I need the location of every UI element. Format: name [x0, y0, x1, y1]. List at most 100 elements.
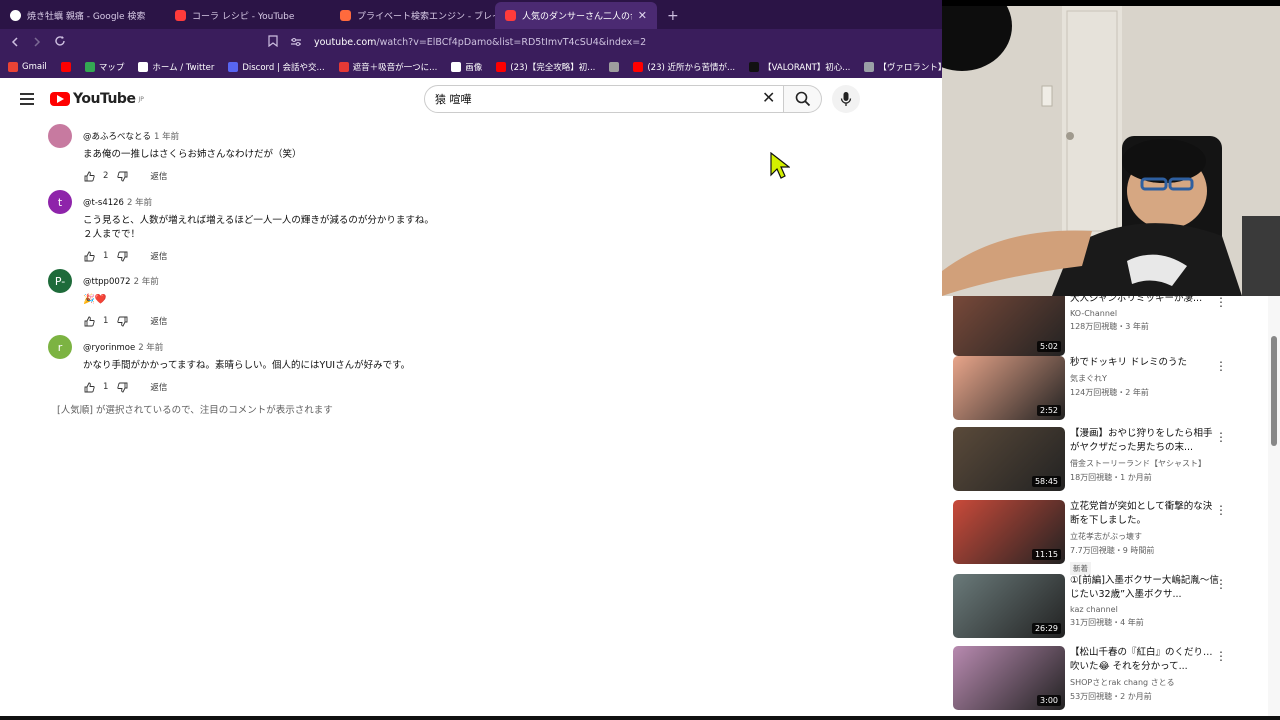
- new-tab-button[interactable]: +: [657, 2, 689, 29]
- bookmark-item[interactable]: マップ: [84, 61, 124, 73]
- related-video-item[interactable]: 11:15 立花党首が突如として衝撃的な決断を下しました。 立花孝志がぶっ壊す 7.7…: [953, 500, 1263, 575]
- youtube-header: YouTube JP 猿 喧嘩 ✕: [0, 78, 942, 120]
- video-channel[interactable]: KO-Channel: [1070, 309, 1220, 318]
- close-tab-icon[interactable]: ✕: [638, 9, 647, 22]
- video-thumbnail[interactable]: 26:29: [953, 574, 1065, 638]
- tab-youtube-cola[interactable]: コーラ レシピ - YouTube: [165, 2, 330, 29]
- comment-author[interactable]: @t-s4126: [83, 198, 124, 208]
- comment-author[interactable]: @ryorinmoe: [83, 343, 135, 353]
- related-video-item[interactable]: 2:52 秒でドッキリ ドレミのうた 気まぐれY 124万回視聴・2 年前 ⋮: [953, 356, 1263, 422]
- video-thumbnail[interactable]: 58:45: [953, 427, 1065, 491]
- like-icon[interactable]: [83, 315, 95, 327]
- dislike-icon[interactable]: [116, 315, 128, 327]
- bookmark-icon[interactable]: [268, 35, 278, 50]
- site-info-icon[interactable]: [290, 36, 302, 50]
- video-title[interactable]: 大人ジャンボリミッキーが凄...: [1070, 296, 1220, 306]
- tab-youtube-active[interactable]: 人気のダンサーさん二人の合成動画 ✕: [495, 2, 657, 29]
- avatar[interactable]: P-: [48, 269, 72, 293]
- bookmark-item[interactable]: (23)【完全攻略】初...: [496, 61, 595, 73]
- scrollbar-thumb[interactable]: [1271, 336, 1277, 446]
- bookmark-item[interactable]: [609, 62, 620, 72]
- video-thumbnail[interactable]: 11:15: [953, 500, 1065, 564]
- video-title[interactable]: ①[前編]入墨ボクサー大嶋記胤～信じたい32歳”入墨ボクサ...: [1070, 574, 1220, 602]
- bookmark-label: 【VALORANT】初心...: [763, 63, 851, 73]
- comment-time[interactable]: 1 年前: [154, 132, 179, 142]
- webcam-overlay: [942, 6, 1280, 296]
- scrollbar[interactable]: [1268, 296, 1280, 716]
- bookmark-item[interactable]: ホーム / Twitter: [138, 61, 214, 73]
- video-channel[interactable]: 借金ストーリーランド【ヤシャスト】: [1070, 458, 1220, 469]
- forward-icon[interactable]: [32, 36, 42, 50]
- youtube-page: YouTube JP 猿 喧嘩 ✕ @あふろべなとる 1 年前 まあ俺の一推しはさく…: [0, 78, 942, 720]
- dislike-icon[interactable]: [116, 381, 128, 393]
- video-duration: 58:45: [1031, 476, 1061, 487]
- bookmark-item[interactable]: 【ヴァロラント】全マップ...: [864, 61, 942, 73]
- bookmark-item[interactable]: Gmail: [8, 62, 47, 72]
- comment-time[interactable]: 2 年前: [138, 343, 163, 353]
- more-options-icon[interactable]: ⋮: [1215, 504, 1227, 516]
- back-icon[interactable]: [10, 36, 20, 50]
- bookmark-item[interactable]: 遮音＋吸音が一つに...: [338, 61, 437, 73]
- hamburger-menu-icon[interactable]: [20, 93, 34, 108]
- more-options-icon[interactable]: ⋮: [1215, 296, 1227, 308]
- clear-search-icon[interactable]: ✕: [762, 88, 775, 107]
- video-thumbnail[interactable]: 2:52: [953, 356, 1065, 420]
- video-title[interactable]: 秒でドッキリ ドレミのうた: [1070, 356, 1220, 370]
- video-title[interactable]: 立花党首が突如として衝撃的な決断を下しました。: [1070, 500, 1220, 528]
- video-thumbnail[interactable]: 3:00: [953, 646, 1065, 710]
- video-title[interactable]: 【松山千春の『紅白』のくだり…吹いた😂 それを分かって...: [1070, 646, 1220, 674]
- related-video-item[interactable]: 3:00 【松山千春の『紅白』のくだり…吹いた😂 それを分かって... SHOPさと…: [953, 646, 1263, 712]
- bookmarks-bar: Gmail マップ ホーム / Twitter Discord | 会話や交... 遮音…: [0, 56, 942, 78]
- reply-button[interactable]: 返信: [150, 381, 167, 393]
- logo-text: YouTube: [73, 91, 136, 107]
- like-icon[interactable]: [83, 250, 95, 262]
- avatar[interactable]: r: [48, 335, 72, 359]
- video-channel[interactable]: kaz channel: [1070, 605, 1220, 614]
- comment-text: かなり手間がかかってますね。素晴らしい。個人的にはYUIさんが好みです。: [83, 360, 411, 371]
- bookmark-item[interactable]: 画像: [451, 61, 482, 73]
- bookmark-item[interactable]: [60, 62, 71, 72]
- search-input[interactable]: 猿 喧嘩: [424, 85, 784, 113]
- url-field[interactable]: youtube.com/watch?v=ElBCf4pDamo&list=RD5…: [314, 37, 646, 48]
- comment-time[interactable]: 2 年前: [134, 277, 159, 287]
- more-options-icon[interactable]: ⋮: [1215, 578, 1227, 590]
- bookmark-item[interactable]: 【VALORANT】初心...: [749, 61, 850, 73]
- comment-time[interactable]: 2 年前: [127, 198, 152, 208]
- voice-search-button[interactable]: [832, 85, 860, 113]
- reply-button[interactable]: 返信: [150, 170, 167, 182]
- avatar[interactable]: [48, 124, 72, 148]
- comment-author[interactable]: @あふろべなとる: [83, 132, 151, 142]
- search-button[interactable]: [784, 85, 822, 113]
- video-duration: 5:02: [1037, 341, 1061, 352]
- more-options-icon[interactable]: ⋮: [1215, 360, 1227, 372]
- youtube-logo[interactable]: YouTube JP: [50, 91, 144, 107]
- bookmark-item[interactable]: Discord | 会話や交...: [228, 61, 325, 73]
- tab-google-search[interactable]: 焼き牡蠣 親痛 - Google 検索: [0, 2, 165, 29]
- bookmark-label: (23) 近所から苦情が...: [647, 63, 736, 73]
- bookmark-favicon-icon: [451, 62, 462, 72]
- more-options-icon[interactable]: ⋮: [1215, 431, 1227, 443]
- related-video-item[interactable]: 5:02 大人ジャンボリミッキーが凄... KO-Channel 128万回視聴・3 …: [953, 296, 1263, 358]
- video-channel[interactable]: 立花孝志がぶっ壊す: [1070, 531, 1220, 542]
- video-channel[interactable]: SHOPさとrak chang さとる: [1070, 677, 1220, 688]
- bookmark-item[interactable]: (23) 近所から苦情が...: [633, 61, 735, 73]
- avatar[interactable]: t: [48, 190, 72, 214]
- reply-button[interactable]: 返信: [150, 250, 167, 262]
- reply-button[interactable]: 返信: [150, 315, 167, 327]
- bookmark-favicon-icon: [609, 62, 620, 72]
- reload-icon[interactable]: [54, 35, 66, 50]
- video-thumbnail[interactable]: 5:02: [953, 296, 1065, 356]
- dislike-icon[interactable]: [116, 170, 128, 182]
- more-options-icon[interactable]: ⋮: [1215, 650, 1227, 662]
- video-title[interactable]: 【漫画】おやじ狩りをしたら相手がヤクザだった男たちの末...: [1070, 427, 1220, 455]
- youtube-play-icon: [50, 92, 70, 106]
- youtube-icon: [175, 10, 186, 21]
- tab-brave-search[interactable]: プライベート検索エンジン - ブレイブ検索: [330, 2, 495, 29]
- like-icon[interactable]: [83, 170, 95, 182]
- like-icon[interactable]: [83, 381, 95, 393]
- related-video-item[interactable]: 58:45 【漫画】おやじ狩りをしたら相手がヤクザだった男たちの末... 借金ストー…: [953, 427, 1263, 493]
- video-channel[interactable]: 気まぐれY: [1070, 373, 1220, 384]
- comment-author[interactable]: @ttpp0072: [83, 277, 131, 287]
- related-video-item[interactable]: 26:29 ①[前編]入墨ボクサー大嶋記胤～信じたい32歳”入墨ボクサ... kaz…: [953, 574, 1263, 640]
- dislike-icon[interactable]: [116, 250, 128, 262]
